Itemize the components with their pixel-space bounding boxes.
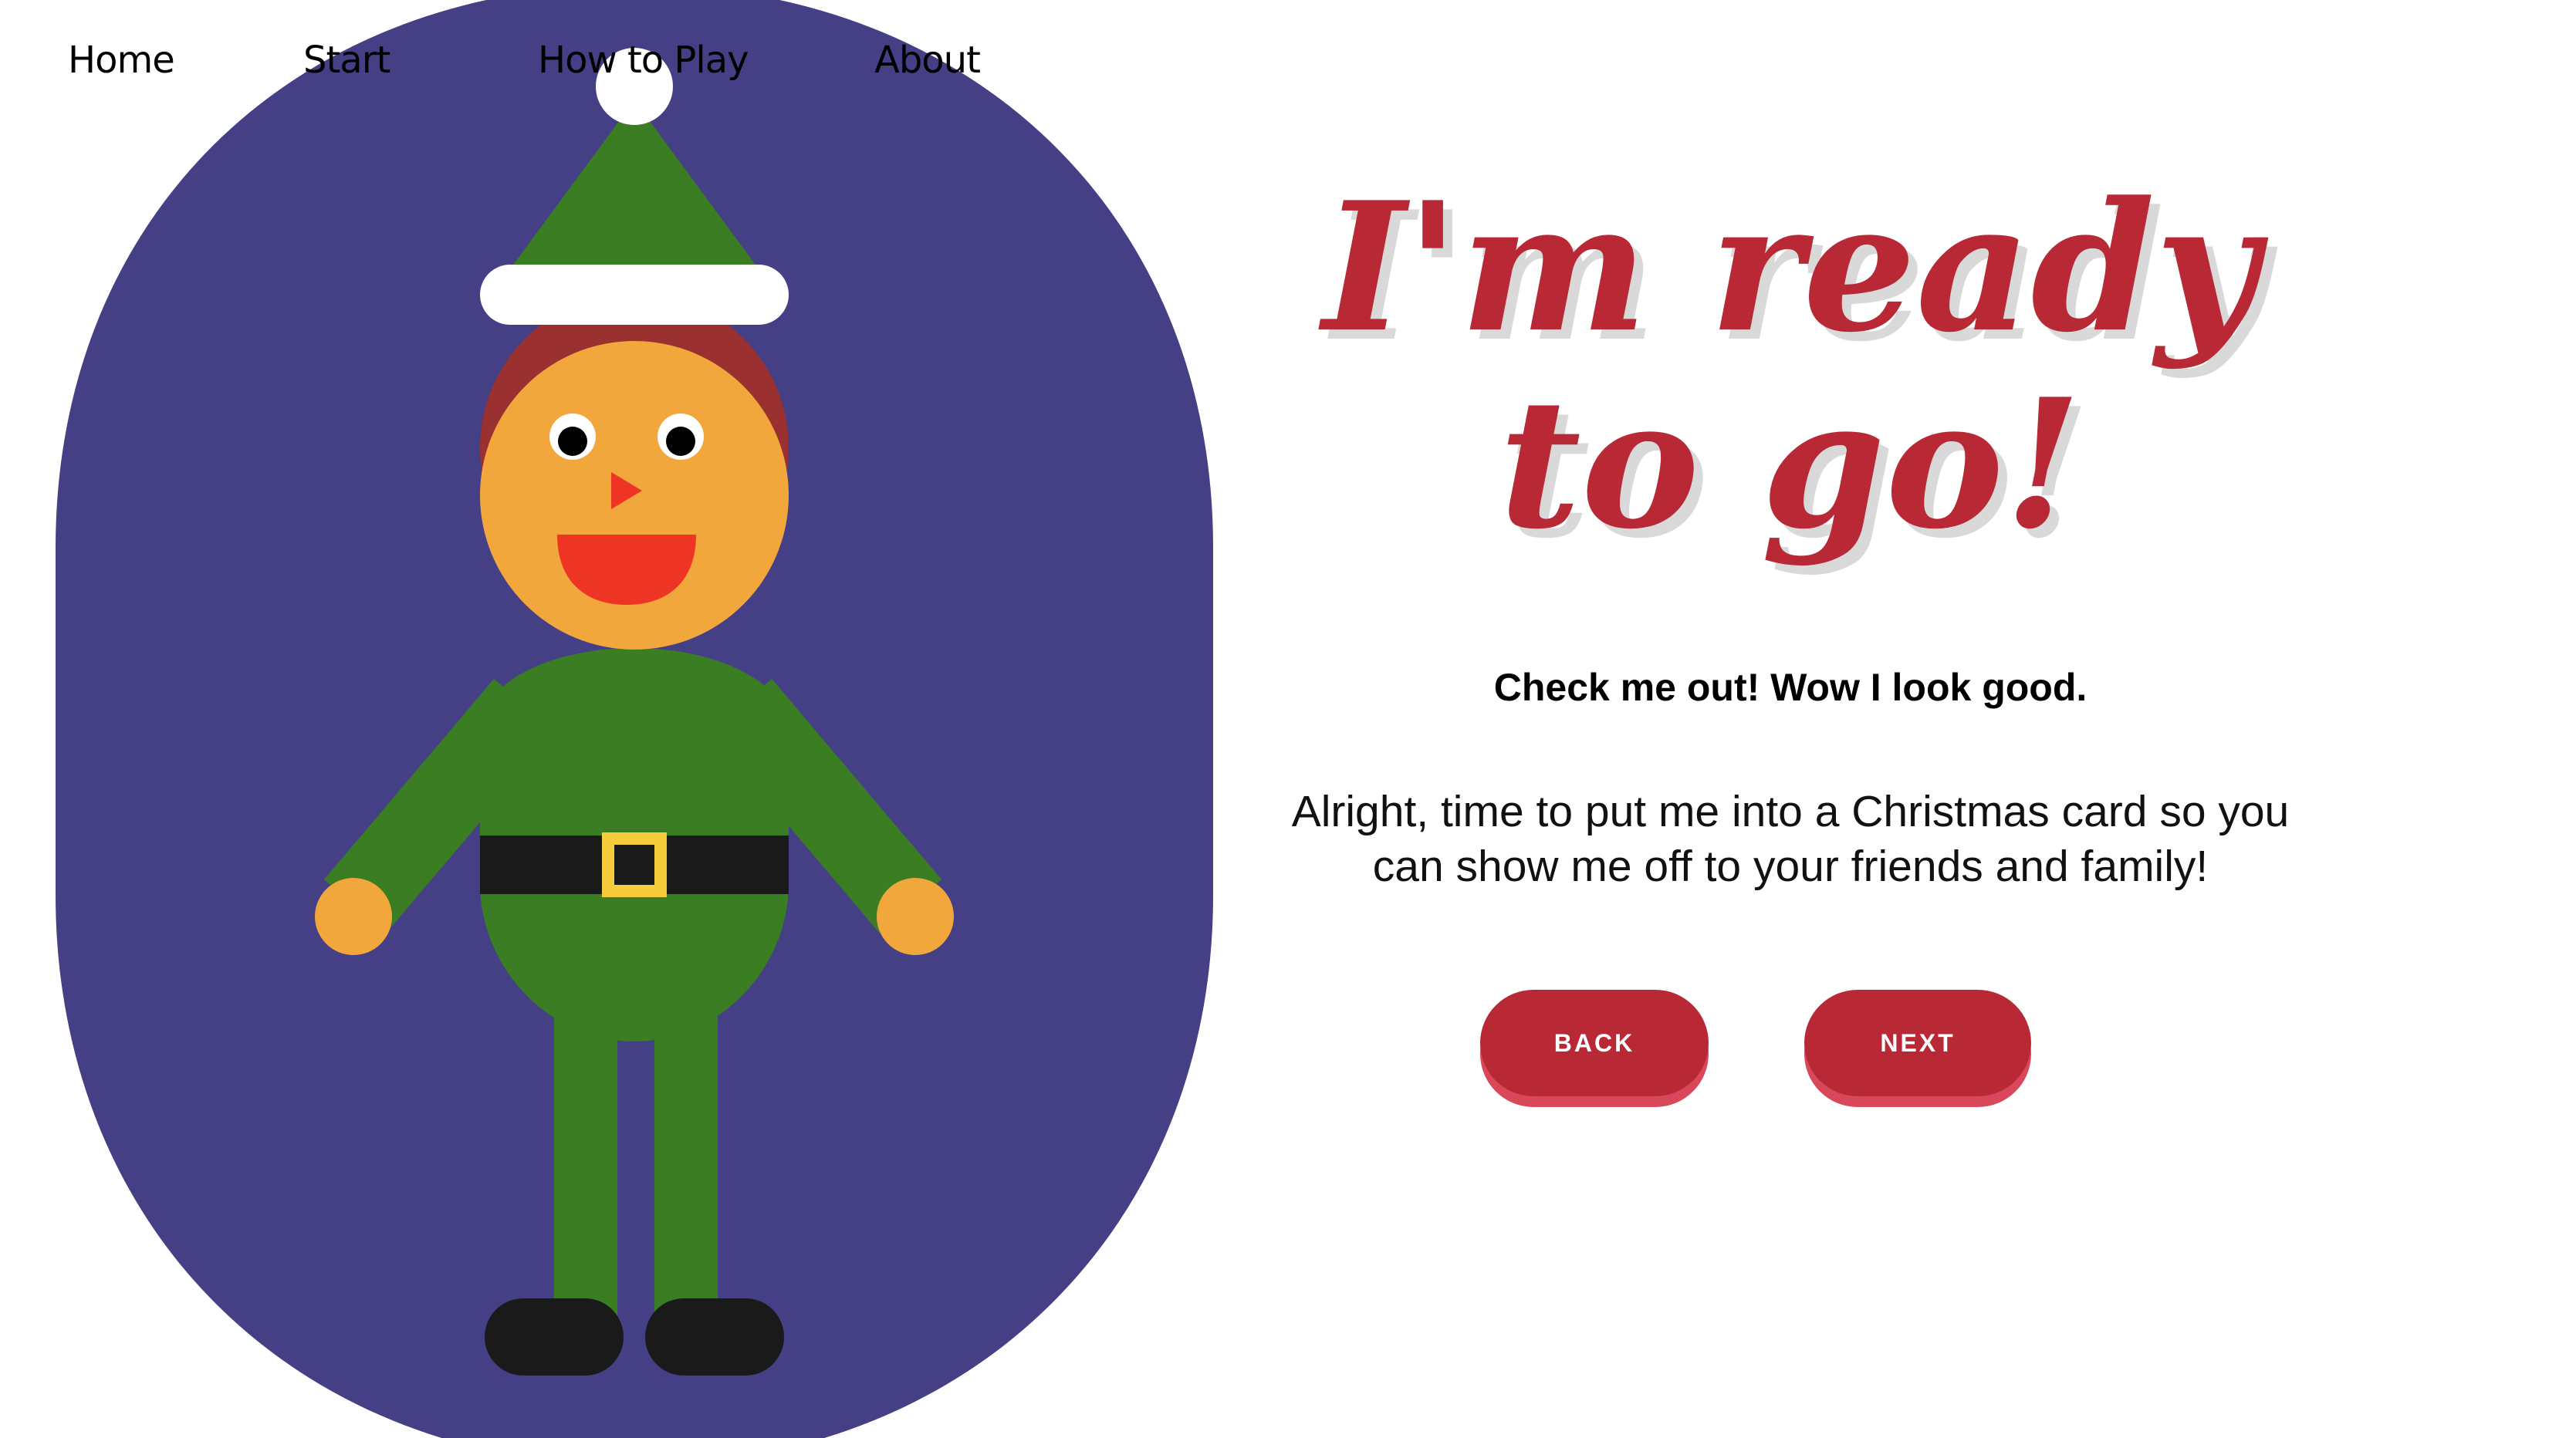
elf-left-shoe (485, 1298, 624, 1376)
elf-left-leg (554, 995, 617, 1335)
elf-right-shoe (645, 1298, 784, 1376)
elf-left-hand (315, 878, 392, 955)
elf-right-pupil (666, 427, 695, 456)
nav-home-link[interactable]: Home (68, 39, 175, 82)
description-text: Alright, time to put me into a Christmas… (1291, 787, 2290, 891)
elf-scene (56, 0, 1213, 1438)
elf-hat-brim (480, 265, 789, 325)
elf-right-hand (877, 878, 954, 955)
elf-left-pupil (558, 427, 587, 456)
main-content: I'm ready to go! Check me out! Wow I loo… (1266, 0, 2315, 1438)
back-button[interactable]: BACK (1480, 990, 1709, 1096)
next-button[interactable]: NEXT (1804, 990, 2031, 1096)
nav-how-to-play-link[interactable]: How to Play (538, 39, 749, 82)
elf-right-leg (654, 995, 718, 1335)
top-nav: Home Start How to Play About (0, 39, 1080, 108)
page: Home Start How to Play About I'm ready t… (0, 0, 2576, 1438)
subheading: Check me out! Wow I look good. (1493, 666, 2088, 709)
nav-about-link[interactable]: About (874, 39, 981, 82)
page-title: I'm ready to go! (1322, 164, 2259, 569)
nav-start-link[interactable]: Start (303, 39, 390, 82)
